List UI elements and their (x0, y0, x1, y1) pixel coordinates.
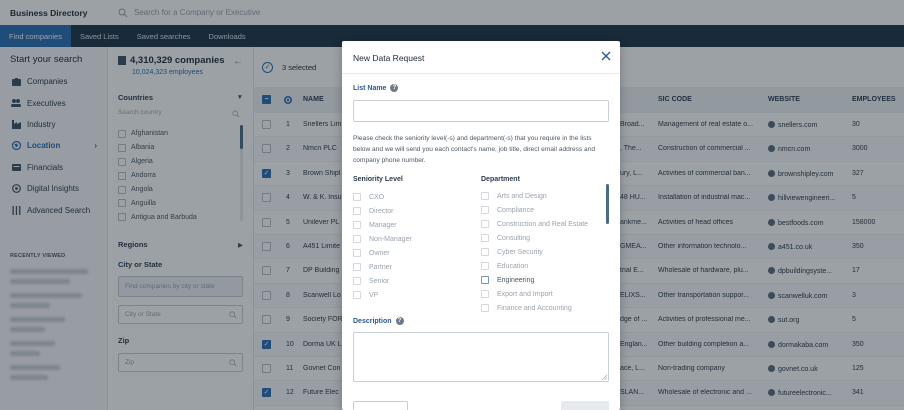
option-label: Manager (369, 221, 397, 229)
department-option[interactable]: Education (481, 262, 528, 270)
seniority-option[interactable]: Manager (353, 221, 397, 229)
option-label: Consulting (497, 234, 531, 242)
checkbox[interactable] (481, 206, 489, 214)
list-name-label-text: List Name (353, 84, 387, 92)
option-label: Engineering (497, 276, 535, 284)
seniority-option[interactable]: Director (353, 207, 394, 215)
seniority-option[interactable]: Senior (353, 277, 389, 285)
checkbox[interactable] (353, 221, 361, 229)
checkbox[interactable] (353, 207, 361, 215)
checkbox[interactable] (481, 304, 489, 312)
option-label: VP (369, 291, 379, 299)
seniority-option[interactable]: VP (353, 291, 378, 299)
checkbox[interactable] (481, 220, 489, 228)
option-label: Senior (369, 277, 390, 285)
checkbox[interactable] (481, 276, 489, 284)
seniority-option[interactable]: CXO (353, 193, 384, 201)
department-option[interactable]: Finance and Accounting (481, 304, 572, 312)
department-heading: Department (481, 176, 520, 183)
list-name-label: List Name ? (353, 84, 399, 92)
department-option[interactable]: Export and Import (481, 290, 553, 298)
department-option[interactable]: Compliance (481, 206, 534, 214)
description-label: Description ? (353, 317, 404, 325)
option-label: Cyber Security (497, 248, 543, 256)
description-textarea[interactable] (353, 332, 609, 382)
checkbox[interactable] (481, 192, 489, 200)
department-option[interactable]: Cyber Security (481, 248, 543, 256)
options-scrollbar[interactable] (606, 184, 609, 224)
seniority-option[interactable]: Partner (353, 263, 392, 271)
department-option[interactable]: Engineering (481, 276, 534, 284)
seniority-option[interactable]: Non-Manager (353, 235, 412, 243)
option-label: Education (497, 262, 529, 270)
modal-title: New Data Request (353, 53, 425, 63)
checkbox[interactable] (353, 291, 361, 299)
checkbox[interactable] (353, 235, 361, 243)
option-label: Finance and Accounting (497, 304, 572, 312)
modal-divider (342, 73, 620, 74)
option-label: Arts and Design (497, 192, 547, 200)
checkbox[interactable] (481, 234, 489, 242)
checkbox[interactable] (481, 290, 489, 298)
new-data-request-modal: New Data Request List Name ? Please chec… (342, 41, 620, 410)
option-label: Construction and Real Estate (497, 220, 589, 228)
option-label: Director (369, 207, 394, 215)
submit-button[interactable] (561, 401, 609, 410)
resize-handle-icon[interactable] (601, 374, 607, 380)
instructions-text: Please check the seniority level(-s) and… (353, 135, 596, 165)
help-icon[interactable]: ? (390, 84, 399, 92)
checkbox[interactable] (481, 248, 489, 256)
option-label: Non-Manager (369, 235, 412, 243)
seniority-option[interactable]: Owner (353, 249, 390, 257)
cancel-button[interactable] (353, 401, 408, 410)
checkbox[interactable] (481, 262, 489, 270)
seniority-heading: Seniority Level (353, 176, 403, 183)
option-label: Partner (369, 263, 392, 271)
checkbox[interactable] (353, 193, 361, 201)
checkbox[interactable] (353, 249, 361, 257)
option-label: CXO (369, 193, 385, 201)
department-option[interactable]: Construction and Real Estate (481, 220, 588, 228)
close-icon[interactable] (600, 50, 612, 62)
help-icon[interactable]: ? (395, 317, 404, 325)
option-label: Export and Import (497, 290, 553, 298)
option-label: Compliance (497, 206, 534, 214)
checkbox[interactable] (353, 263, 361, 271)
checkbox[interactable] (353, 277, 361, 285)
department-option[interactable]: Consulting (481, 234, 530, 242)
option-label: Owner (369, 249, 390, 257)
department-option[interactable]: Arts and Design (481, 192, 547, 200)
description-label-text: Description (353, 317, 392, 325)
list-name-input[interactable] (353, 100, 609, 122)
